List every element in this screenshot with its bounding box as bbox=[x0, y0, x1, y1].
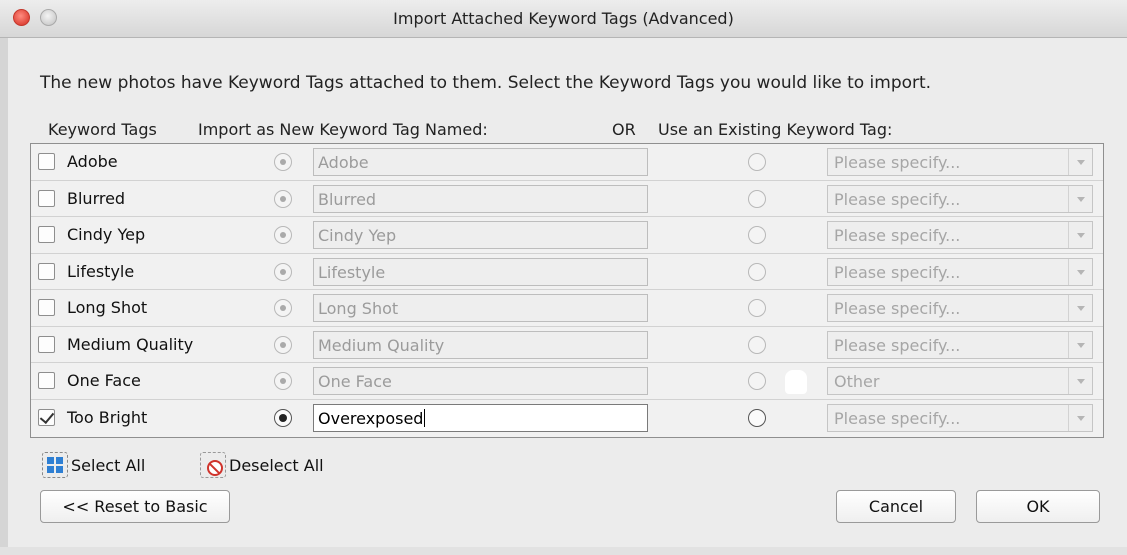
ok-button[interactable]: OK bbox=[976, 490, 1100, 523]
existing-tag-select[interactable]: Other bbox=[827, 367, 1093, 395]
tag-label: Long Shot bbox=[67, 298, 148, 317]
title-bar: Import Attached Keyword Tags (Advanced) bbox=[0, 0, 1127, 38]
table-row: Medium Quality Medium Quality Please spe… bbox=[31, 327, 1103, 363]
tag-checkbox[interactable] bbox=[38, 262, 55, 280]
window-bottom-edge bbox=[0, 547, 1127, 555]
existing-tag-select[interactable]: Please specify... bbox=[827, 403, 1093, 432]
import-as-new-radio[interactable] bbox=[274, 335, 292, 354]
new-tag-name-field[interactable]: Long Shot bbox=[313, 294, 648, 322]
tag-label: Too Bright bbox=[67, 407, 148, 427]
existing-tag-select-value: Please specify... bbox=[834, 335, 961, 355]
existing-tag-select[interactable]: Please specify... bbox=[827, 184, 1093, 213]
existing-tag-select-value: Please specify... bbox=[834, 408, 961, 428]
deselect-all-button[interactable]: Deselect All bbox=[200, 452, 324, 478]
tag-label: Medium Quality bbox=[67, 334, 194, 354]
chevron-down-icon bbox=[1068, 222, 1092, 248]
import-as-new-radio[interactable] bbox=[274, 189, 292, 208]
cancel-button[interactable]: Cancel bbox=[836, 490, 956, 523]
existing-tag-select-value: Please specify... bbox=[834, 262, 961, 282]
existing-tag-select-value: Please specify... bbox=[834, 226, 961, 245]
table-row: Long Shot Long Shot Please specify... bbox=[31, 290, 1103, 327]
grid-select-icon bbox=[42, 452, 68, 478]
import-as-new-radio[interactable] bbox=[274, 299, 292, 317]
tag-label: Adobe bbox=[67, 152, 118, 171]
keyword-tags-table: Adobe Adobe Please specify... Blurred Bl… bbox=[30, 143, 1104, 438]
chevron-down-icon bbox=[1068, 331, 1092, 358]
use-existing-radio[interactable] bbox=[748, 226, 766, 244]
tag-checkbox[interactable] bbox=[38, 299, 55, 316]
table-row: Blurred Blurred Please specify... bbox=[31, 181, 1103, 217]
use-existing-radio[interactable] bbox=[748, 262, 766, 281]
use-existing-radio[interactable] bbox=[748, 408, 766, 427]
import-as-new-radio[interactable] bbox=[274, 226, 292, 244]
existing-tag-select-value: Please specify... bbox=[834, 153, 961, 172]
new-tag-name-field[interactable]: Lifestyle bbox=[313, 257, 648, 286]
existing-tag-select-value: Please specify... bbox=[834, 189, 961, 209]
existing-tag-select-value: Other bbox=[834, 372, 880, 391]
use-existing-radio[interactable] bbox=[748, 372, 766, 390]
chevron-down-icon bbox=[1068, 295, 1092, 321]
tag-checkbox[interactable] bbox=[38, 408, 55, 426]
header-import-as-new: Import as New Keyword Tag Named: bbox=[198, 120, 488, 139]
import-as-new-radio[interactable] bbox=[274, 153, 292, 171]
chevron-down-icon bbox=[1068, 368, 1092, 394]
use-existing-radio[interactable] bbox=[748, 189, 766, 208]
import-as-new-radio[interactable] bbox=[274, 262, 292, 281]
table-row: Adobe Adobe Please specify... bbox=[31, 144, 1103, 181]
new-tag-name-field[interactable]: Cindy Yep bbox=[313, 221, 648, 249]
select-all-button[interactable]: Select All bbox=[42, 452, 145, 478]
existing-tag-select[interactable]: Please specify... bbox=[827, 294, 1093, 322]
new-tag-name-field[interactable]: One Face bbox=[313, 367, 648, 395]
existing-tag-select[interactable]: Please specify... bbox=[827, 221, 1093, 249]
table-row: Cindy Yep Cindy Yep Please specify... bbox=[31, 217, 1103, 254]
import-as-new-radio[interactable] bbox=[274, 372, 292, 390]
header-use-existing: Use an Existing Keyword Tag: bbox=[658, 120, 893, 139]
select-all-label: Select All bbox=[71, 455, 146, 475]
table-row: One Face One Face Other bbox=[31, 363, 1103, 400]
tag-checkbox[interactable] bbox=[38, 189, 55, 207]
existing-tag-select-value: Please specify... bbox=[834, 299, 961, 318]
use-existing-radio[interactable] bbox=[748, 335, 766, 354]
header-keyword-tags: Keyword Tags bbox=[48, 120, 157, 139]
window-left-edge bbox=[0, 38, 8, 555]
tag-checkbox[interactable] bbox=[38, 372, 55, 389]
deselect-all-label: Deselect All bbox=[229, 455, 324, 475]
new-tag-name-field[interactable]: Medium Quality bbox=[313, 330, 648, 359]
use-existing-radio[interactable] bbox=[748, 299, 766, 317]
new-tag-name-field[interactable]: Blurred bbox=[313, 184, 648, 213]
header-or: OR bbox=[612, 120, 636, 139]
existing-tag-select[interactable]: Please specify... bbox=[827, 330, 1093, 359]
intro-text: The new photos have Keyword Tags attache… bbox=[40, 73, 932, 93]
existing-tag-select[interactable]: Please specify... bbox=[827, 148, 1093, 176]
hover-tooltip bbox=[785, 370, 807, 394]
tag-checkbox[interactable] bbox=[38, 226, 55, 243]
table-row: Too Bright Overexposed Please specify... bbox=[31, 400, 1103, 437]
table-row: Lifestyle Lifestyle Please specify... bbox=[31, 254, 1103, 290]
chevron-down-icon bbox=[1068, 185, 1092, 212]
tag-label: One Face bbox=[67, 371, 141, 390]
window-title: Import Attached Keyword Tags (Advanced) bbox=[393, 9, 734, 28]
reset-to-basic-button[interactable]: << Reset to Basic bbox=[40, 490, 230, 523]
existing-tag-select[interactable]: Please specify... bbox=[827, 257, 1093, 286]
use-existing-radio[interactable] bbox=[748, 153, 766, 171]
chevron-down-icon bbox=[1068, 404, 1092, 431]
new-tag-name-field[interactable]: Overexposed bbox=[313, 403, 648, 432]
new-tag-name-field[interactable]: Adobe bbox=[313, 148, 648, 176]
import-as-new-radio[interactable] bbox=[274, 408, 292, 427]
import-keyword-tags-dialog: Import Attached Keyword Tags (Advanced) … bbox=[0, 0, 1127, 555]
tag-label: Lifestyle bbox=[67, 261, 135, 281]
new-tag-name-value: Overexposed bbox=[318, 408, 424, 428]
no-entry-icon bbox=[200, 452, 226, 478]
chevron-down-icon bbox=[1068, 149, 1092, 175]
tag-label: Blurred bbox=[67, 188, 126, 208]
text-caret bbox=[424, 408, 426, 427]
tag-checkbox[interactable] bbox=[38, 153, 55, 170]
tag-label: Cindy Yep bbox=[67, 225, 146, 244]
chevron-down-icon bbox=[1068, 258, 1092, 285]
tag-checkbox[interactable] bbox=[38, 335, 55, 353]
